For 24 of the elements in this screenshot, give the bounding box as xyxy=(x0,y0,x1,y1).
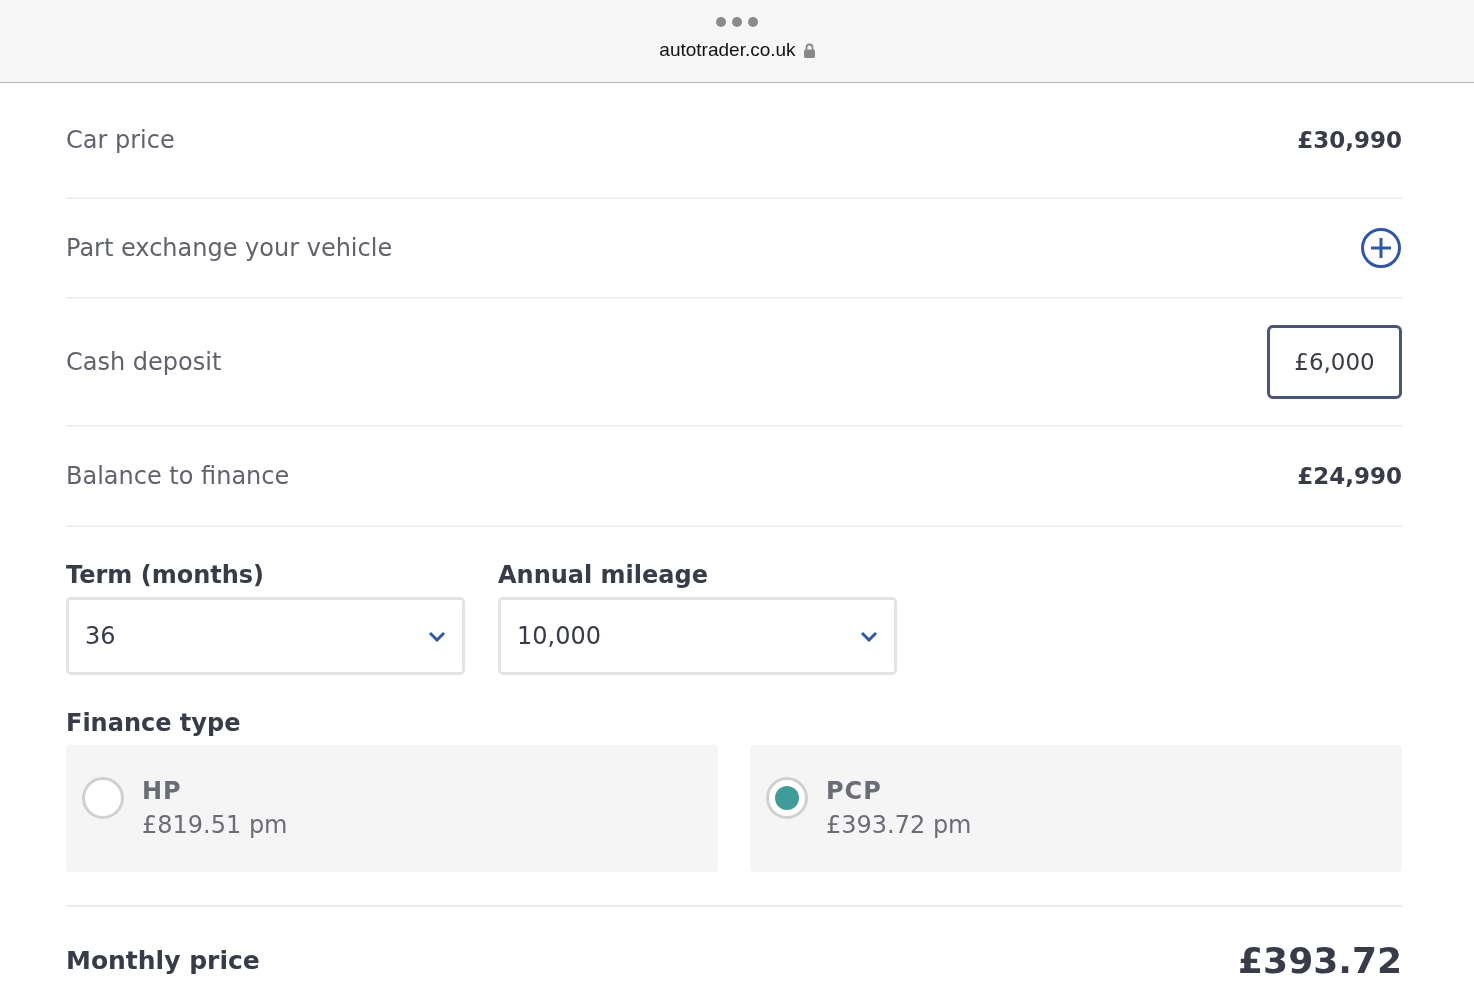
price-value: £30,990 xyxy=(1297,127,1402,153)
row-label: Part exchange your vehicle xyxy=(66,234,393,262)
chevron-down-icon xyxy=(860,630,878,642)
field-label: Term (months) xyxy=(66,561,265,589)
row-label: Car price xyxy=(66,126,175,154)
radio-button[interactable] xyxy=(766,777,808,819)
row-label: Cash deposit xyxy=(66,348,222,376)
dropdown[interactable]: 10,000 xyxy=(498,597,897,675)
url-text[interactable]: autotrader.co.uk xyxy=(659,39,796,61)
field-label: Finance type xyxy=(66,709,241,737)
lock-icon xyxy=(803,42,815,58)
dropdown[interactable]: 36 xyxy=(66,597,465,675)
monthly-price-value: £393.72 xyxy=(1238,939,1402,981)
price-value: £24,990 xyxy=(1297,463,1402,489)
radio-button[interactable] xyxy=(82,777,124,819)
chevron-down-icon xyxy=(428,630,446,642)
row-label: Balance to finance xyxy=(66,462,290,490)
finance-option[interactable]: HP £819.51 pm xyxy=(66,745,718,872)
monthly-price-label: Monthly price xyxy=(66,945,260,975)
field-label: Annual mileage xyxy=(498,561,708,589)
add-icon[interactable] xyxy=(1360,227,1402,269)
deposit-input[interactable]: £6,000 xyxy=(1267,325,1402,399)
finance-option[interactable]: PCP £393.72 pm xyxy=(750,745,1402,872)
more-icon[interactable] xyxy=(716,17,758,27)
